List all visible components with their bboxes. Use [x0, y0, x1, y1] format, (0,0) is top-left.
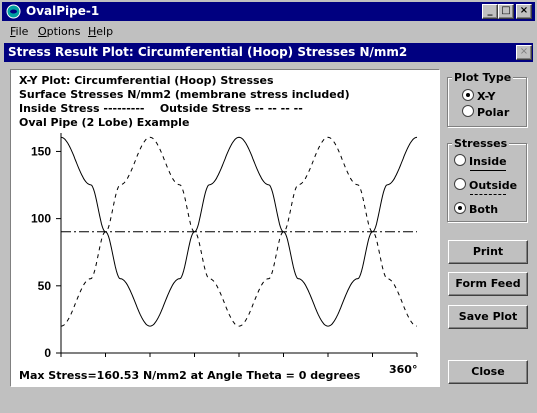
radio-xy[interactable]: X-Y: [462, 89, 496, 103]
print-button[interactable]: Print: [448, 240, 528, 264]
y-tick-label: 100: [31, 212, 51, 226]
window-title: OvalPipe-1: [26, 4, 100, 18]
plot-footer: Max Stress=160.53 N/mm2 at Angle Theta =…: [19, 369, 361, 382]
window-title-bar[interactable]: OvalPipe-1 _ □ ×: [2, 2, 535, 21]
radio-inside[interactable]: Inside: [454, 154, 507, 168]
minimize-button[interactable]: _: [482, 4, 498, 19]
menu-options[interactable]: Options: [38, 25, 80, 38]
radio-outside-dot[interactable]: [454, 178, 466, 190]
child-window-title: Stress Result Plot: Circumferential (Hoo…: [8, 45, 408, 59]
menu-help[interactable]: Help: [88, 25, 113, 38]
radio-xy-dot[interactable]: [462, 89, 474, 101]
plot-panel: X-Y Plot: Circumferential (Hoop) Stresse…: [10, 69, 440, 387]
child-window-title-bar[interactable]: Stress Result Plot: Circumferential (Hoo…: [4, 43, 533, 62]
menu-bar: File Options Help: [2, 22, 535, 40]
app-icon: [6, 4, 21, 19]
outside-line-sample: [470, 194, 506, 195]
radio-both-dot[interactable]: [454, 202, 466, 214]
stress-chart: 0 50 100 150: [31, 133, 418, 360]
maximize-button[interactable]: □: [498, 4, 514, 19]
close-button[interactable]: Close: [448, 360, 528, 384]
y-tick-label: 150: [31, 144, 51, 158]
radio-polar-dot[interactable]: [462, 105, 474, 117]
y-tick-label: 0: [44, 346, 51, 360]
radio-inside-dot[interactable]: [454, 154, 466, 166]
radio-outside[interactable]: Outside: [454, 178, 517, 192]
save-plot-button[interactable]: Save Plot: [448, 305, 528, 329]
close-window-button[interactable]: ×: [516, 4, 532, 19]
form-feed-button[interactable]: Form Feed: [448, 272, 528, 296]
radio-both[interactable]: Both: [454, 202, 498, 216]
plot-type-label: Plot Type: [452, 71, 514, 84]
stresses-label: Stresses: [452, 137, 510, 150]
close-child-button[interactable]: ×: [516, 45, 532, 60]
menu-file[interactable]: File: [10, 25, 28, 38]
inside-line-sample: [470, 170, 506, 171]
radio-polar[interactable]: Polar: [462, 105, 509, 119]
y-tick-label: 50: [38, 279, 52, 293]
x-axis-end-label: 360°: [389, 363, 418, 376]
